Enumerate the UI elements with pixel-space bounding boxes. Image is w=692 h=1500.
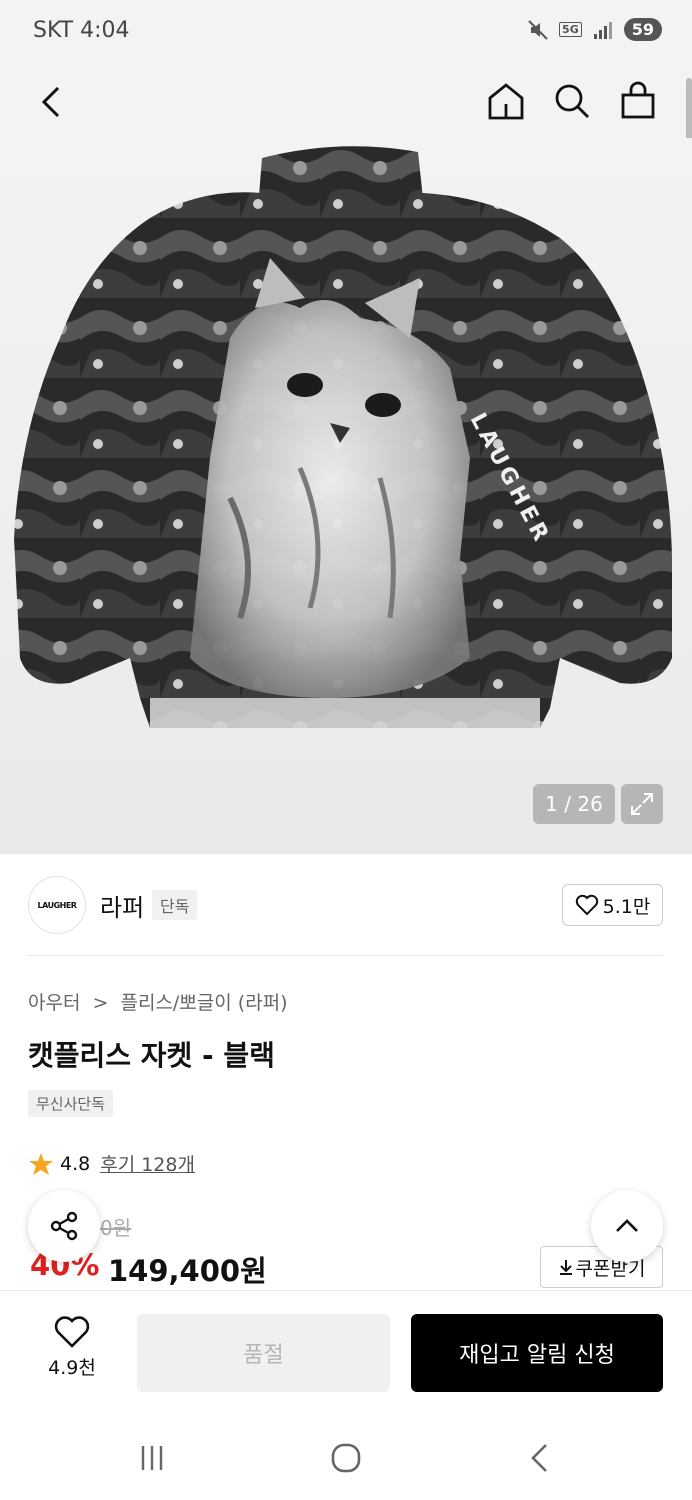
brand-name[interactable]: 라퍼 (100, 888, 144, 923)
download-icon (559, 1260, 572, 1275)
back-system-button[interactable] (518, 1440, 562, 1476)
expand-icon (631, 793, 653, 815)
share-button[interactable] (28, 1190, 100, 1262)
original-price: 0원 (100, 1216, 132, 1240)
product-image-carousel[interactable]: LAUGHER 1 / 26 (0, 138, 692, 854)
system-nav-bar (0, 1412, 692, 1500)
rating-row: 4.8 후기 128개 (28, 1150, 195, 1177)
chevron-up-icon (616, 1219, 638, 1232)
brand-like-count: 5.1만 (602, 895, 651, 918)
home-button[interactable] (486, 80, 526, 122)
search-button[interactable] (552, 80, 592, 122)
chevron-left-icon (531, 1444, 547, 1472)
scroll-top-button[interactable] (591, 1190, 663, 1262)
review-count-link[interactable]: 후기 128개 (100, 1150, 195, 1177)
top-nav-actions (486, 80, 658, 122)
breadcrumb-category[interactable]: 아우터 (28, 992, 80, 1014)
restock-alert-button[interactable]: 재입고 알림 신청 (411, 1314, 663, 1392)
shopping-bag-icon (621, 81, 655, 119)
brand-exclusive-tag: 단독 (152, 890, 198, 920)
expand-image-button[interactable] (621, 784, 663, 824)
home-system-button[interactable] (324, 1440, 368, 1476)
top-nav (0, 66, 692, 148)
network-5g-icon: 5G (559, 22, 582, 37)
battery-badge: 59 (623, 18, 662, 41)
image-counter: 1 / 26 (533, 784, 615, 824)
status-bar: SKT 4:04 5G 59 (0, 0, 692, 66)
wishlist-count: 4.9천 (48, 1357, 96, 1379)
star-icon (29, 1152, 53, 1175)
status-icons: 5G 59 (527, 18, 662, 41)
brand-row: LAUGHER 라퍼 단독 5.1만 (0, 854, 692, 958)
brand-like-button[interactable]: 5.1만 (562, 884, 663, 926)
sale-price: 149,400원 (108, 1254, 267, 1288)
back-button[interactable] (36, 82, 72, 122)
product-image-jacket: LAUGHER (14, 146, 672, 728)
purchase-bar: 4.9천 품절 재입고 알림 신청 (0, 1290, 692, 1412)
signal-icon (593, 21, 612, 39)
chevron-left-icon (41, 86, 60, 118)
wishlist-button[interactable]: 4.9천 (36, 1315, 108, 1385)
breadcrumb-subcategory[interactable]: 플리스/뽀글이 (라퍼) (120, 992, 287, 1014)
breadcrumb: 아우터 > 플리스/뽀글이 (라퍼) (28, 988, 294, 1015)
product-title: 캣플리스 자켓 - 블랙 (28, 1039, 275, 1072)
soldout-button: 품절 (137, 1314, 390, 1392)
brand-logo[interactable]: LAUGHER (28, 876, 86, 934)
search-icon (555, 84, 589, 118)
recent-apps-button[interactable] (130, 1440, 174, 1476)
rating-score: 4.8 (60, 1152, 91, 1175)
home-icon (488, 83, 524, 120)
heart-icon (54, 1316, 90, 1348)
cart-button[interactable] (618, 80, 658, 122)
recent-apps-icon (141, 1446, 163, 1470)
mute-icon (528, 19, 548, 40)
breadcrumb-separator: > (92, 992, 109, 1014)
heart-icon (575, 894, 598, 916)
carrier-time: SKT 4:04 (33, 18, 130, 43)
divider (28, 955, 663, 956)
home-circle-icon (331, 1443, 361, 1473)
brand-logo-text: LAUGHER (37, 900, 77, 910)
share-icon (50, 1211, 78, 1241)
exclusive-chip: 무신사단독 (28, 1090, 114, 1117)
